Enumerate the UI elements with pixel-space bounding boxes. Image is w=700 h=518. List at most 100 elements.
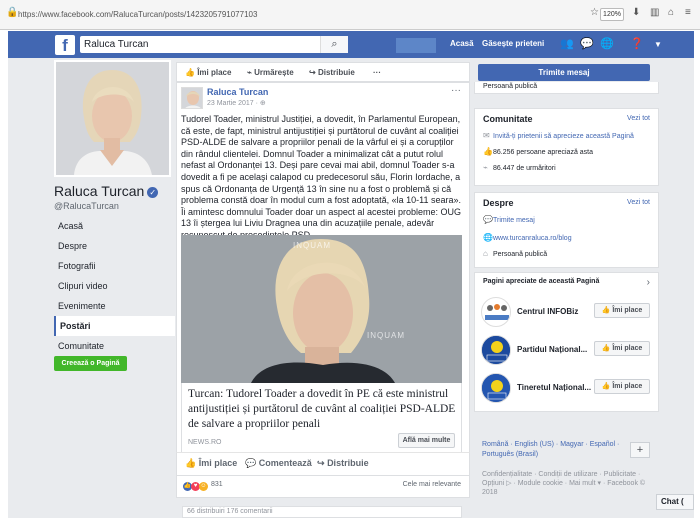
globe-icon: 🌐 bbox=[483, 233, 493, 242]
thumbs-up-icon: 👍 bbox=[185, 68, 195, 77]
pnl-logo[interactable] bbox=[481, 335, 511, 365]
liked-page-like-button[interactable]: 👍 Îmi place bbox=[594, 341, 650, 356]
home-link[interactable]: Acasă bbox=[450, 39, 474, 48]
zoom-level[interactable]: 120% bbox=[600, 8, 624, 21]
like-page-button[interactable]: 👍 Îmi place bbox=[185, 66, 231, 79]
send-message-button[interactable]: Trimite mesaj bbox=[478, 64, 650, 81]
image-watermark-side: INQUAM bbox=[367, 331, 405, 340]
language-links[interactable]: Română · English (US) · Magyar · Español… bbox=[482, 440, 622, 460]
facebook-logo-icon[interactable]: f bbox=[55, 35, 75, 55]
liked-page-name[interactable]: Tineretul Național... bbox=[517, 383, 597, 392]
liked-page-like-button[interactable]: 👍 Îmi place bbox=[594, 303, 650, 318]
help-icon[interactable]: ❓ bbox=[630, 37, 644, 50]
nav-item-posts[interactable]: Postări bbox=[54, 316, 175, 336]
messenger-icon[interactable]: 💬 bbox=[580, 37, 594, 50]
about-send-link[interactable]: Trimite mesaj bbox=[493, 217, 535, 224]
friend-requests-icon[interactable]: 👥 bbox=[560, 37, 574, 50]
home-icon[interactable]: ⌂ bbox=[668, 7, 674, 18]
post-stats: 👍 ♥ ☺ 831 Cele mai relevante bbox=[176, 476, 470, 498]
post-author[interactable]: Raluca Turcan bbox=[207, 87, 268, 97]
liked-page-like-button[interactable]: 👍 Îmi place bbox=[594, 379, 650, 394]
liked-page-name[interactable]: Partidul Național... bbox=[517, 345, 597, 354]
haha-reaction-icon[interactable]: ☺ bbox=[199, 482, 208, 491]
community-see-all[interactable]: Vezi tot bbox=[627, 115, 650, 122]
nav-item-photos[interactable]: Fotografii bbox=[54, 256, 175, 276]
more-button[interactable]: ··· bbox=[373, 66, 381, 79]
tag-icon: ⌂ bbox=[483, 249, 488, 258]
infobiz-logo[interactable] bbox=[481, 297, 511, 327]
nav-item-community[interactable]: Comunitate bbox=[54, 336, 175, 356]
liked-page-like-label: Îmi place bbox=[612, 383, 643, 390]
page-name-text: Raluca Turcan bbox=[54, 183, 145, 199]
reactions-count[interactable]: 831 bbox=[211, 481, 223, 488]
page-name: Raluca Turcan ✓ bbox=[54, 183, 159, 199]
link-preview-image[interactable]: INQUAM INQUAM bbox=[181, 235, 462, 383]
comment-label: Comentează bbox=[258, 458, 312, 468]
thumbs-up-icon: 👍 bbox=[483, 147, 493, 156]
comment-button[interactable]: 💬 Comentează bbox=[245, 458, 312, 469]
nav-item-about[interactable]: Despre bbox=[54, 236, 175, 256]
notifications-icon[interactable]: 🌐 bbox=[600, 37, 614, 50]
follow-button[interactable]: ⌁ Urmărește bbox=[247, 66, 294, 79]
liked-page-like-label: Îmi place bbox=[612, 307, 643, 314]
post-author-avatar[interactable] bbox=[181, 87, 203, 109]
about-site-row[interactable]: 🌐www.turcanraluca.ro/blog bbox=[483, 233, 572, 243]
page-action-bar: 👍 Îmi place ⌁ Urmărește ↪ Distribuie ··· bbox=[176, 62, 470, 82]
link-preview[interactable]: Turcan: Tudorel Toader a dovedit în PE c… bbox=[181, 383, 462, 453]
facebook-topbar: f ⌕ Acasă Găsește prieteni 👥 💬 🌐 ❓ ▼ bbox=[8, 31, 694, 58]
footer-links[interactable]: Confidențialitate · Condiții de utilizar… bbox=[482, 470, 652, 497]
link-title[interactable]: Turcan: Tudorel Toader a dovedit în PE c… bbox=[188, 387, 458, 432]
address-bar[interactable]: https://www.facebook.com/RalucaTurcan/po… bbox=[18, 8, 578, 22]
liked-page-name[interactable]: Centrul INFOBiz bbox=[517, 307, 597, 316]
likes-row: 👍86.256 persoane apreciază asta bbox=[483, 147, 593, 157]
download-icon[interactable]: ⬇ bbox=[632, 7, 640, 18]
liked-page-row[interactable]: Partidul Național... 👍 Îmi place bbox=[481, 335, 654, 369]
tnl-logo[interactable] bbox=[481, 373, 511, 403]
add-language-button[interactable]: + bbox=[630, 442, 650, 458]
create-page-button[interactable]: Creează o Pagină bbox=[54, 356, 127, 371]
about-category[interactable]: Persoană publică bbox=[493, 251, 547, 258]
post-date[interactable]: 23 Martie 2017 · ⊕ bbox=[207, 99, 266, 107]
search-input[interactable] bbox=[80, 36, 320, 53]
profile-link[interactable] bbox=[396, 38, 436, 53]
chat-button[interactable]: Chat ( bbox=[656, 494, 694, 510]
page-category[interactable]: Persoană publică bbox=[483, 82, 537, 92]
find-friends-link[interactable]: Găsește prieteni bbox=[482, 39, 544, 48]
page-nav: Acasă Despre Fotografii Clipuri video Ev… bbox=[54, 216, 175, 356]
about-send-row[interactable]: 💬Trimite mesaj bbox=[483, 215, 535, 225]
share-page-button[interactable]: ↪ Distribuie bbox=[309, 66, 355, 79]
comment-sort-dropdown[interactable]: Cele mai relevante bbox=[403, 481, 461, 488]
followers-count: 86.447 de urmăritori bbox=[493, 165, 556, 172]
chevron-right-icon[interactable]: › bbox=[647, 277, 650, 288]
nav-item-videos[interactable]: Clipuri video bbox=[54, 276, 175, 296]
nav-item-home[interactable]: Acasă bbox=[54, 216, 175, 236]
share-icon: ↪ bbox=[317, 458, 325, 468]
community-title: Comunitate bbox=[483, 114, 533, 124]
about-site-link[interactable]: www.turcanraluca.ro/blog bbox=[493, 235, 572, 242]
profile-picture[interactable] bbox=[54, 60, 171, 177]
verified-badge-icon: ✓ bbox=[147, 187, 159, 198]
liked-pages-block: Pagini apreciate de această Pagină › Cen… bbox=[474, 272, 659, 412]
extensions-icon[interactable]: ▥ bbox=[650, 7, 659, 18]
post-text: Tudorel Toader, ministrul Justiției, a d… bbox=[181, 114, 462, 240]
search-icon[interactable]: ⌕ bbox=[320, 36, 348, 53]
invite-friends-row[interactable]: ✉ Invită-ți prietenii să aprecieze aceast… bbox=[483, 131, 634, 141]
about-see-all[interactable]: Vezi tot bbox=[627, 199, 650, 206]
menu-icon[interactable]: ≡ bbox=[685, 7, 691, 18]
liked-page-row[interactable]: Centrul INFOBiz 👍 Îmi place bbox=[481, 297, 654, 331]
star-icon[interactable]: ☆ bbox=[590, 7, 599, 18]
like-page-label: Îmi place bbox=[197, 68, 232, 77]
liked-page-row[interactable]: Tineretul Național... 👍 Îmi place bbox=[481, 373, 654, 407]
liked-page-like-label: Îmi place bbox=[612, 345, 643, 352]
post-actions: 👍 Îmi place 💬 Comentează ↪ Distribuie bbox=[176, 452, 470, 476]
invite-friends-link[interactable]: Invită-ți prietenii să aprecieze această… bbox=[493, 133, 634, 140]
post-like-button[interactable]: 👍 Îmi place bbox=[185, 458, 237, 469]
rss-icon: ⌁ bbox=[483, 163, 488, 172]
share-page-label: Distribuie bbox=[317, 68, 355, 77]
post-options-icon[interactable]: ··· bbox=[451, 85, 461, 96]
nav-item-events[interactable]: Evenimente bbox=[54, 296, 175, 316]
post-share-button[interactable]: ↪ Distribuie bbox=[317, 458, 369, 469]
chevron-down-icon[interactable]: ▼ bbox=[654, 40, 662, 49]
learn-more-button[interactable]: Află mai multe bbox=[398, 433, 455, 448]
about-title: Despre bbox=[483, 198, 514, 208]
